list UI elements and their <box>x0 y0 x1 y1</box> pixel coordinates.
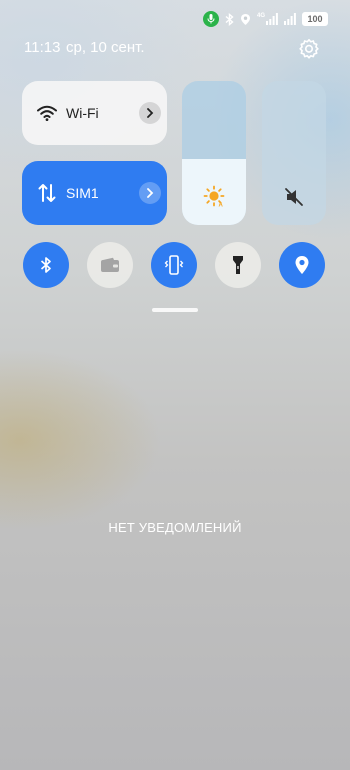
flashlight-icon <box>233 256 243 274</box>
volume-slider[interactable] <box>262 81 326 225</box>
wallet-icon <box>101 257 119 272</box>
network-type-label: 4G <box>256 13 265 19</box>
signal-sim2-icon <box>284 13 296 25</box>
flashlight-toggle[interactable] <box>215 242 261 288</box>
bluetooth-status-icon <box>225 12 234 26</box>
wifi-label: Wi-Fi <box>66 105 99 121</box>
vibrate-toggle[interactable] <box>151 242 197 288</box>
wifi-icon <box>37 105 57 121</box>
bluetooth-icon <box>40 257 51 273</box>
location-toggle[interactable] <box>279 242 325 288</box>
no-notifications-text: НЕТ УВЕДОМЛЕНИЙ <box>108 520 242 535</box>
vibrate-icon <box>164 255 184 275</box>
signal-bars-icon <box>266 13 278 25</box>
sim-expand-chevron-icon[interactable] <box>139 182 161 204</box>
settings-gear-icon[interactable] <box>296 36 322 62</box>
location-status-icon <box>240 13 250 25</box>
wifi-tile[interactable]: Wi-Fi <box>22 81 167 145</box>
svg-text:A: A <box>219 203 224 208</box>
mute-icon <box>285 188 303 206</box>
date: ср, 10 сент. <box>66 39 145 56</box>
wifi-expand-chevron-icon[interactable] <box>139 102 161 124</box>
sim-label: SIM1 <box>66 185 99 201</box>
location-icon <box>295 256 309 274</box>
mobile-data-tile[interactable]: SIM1 <box>22 161 167 225</box>
sun-icon: A <box>203 185 225 207</box>
signal-sim1: 4G <box>257 13 278 25</box>
data-arrows-icon <box>38 184 56 202</box>
wallet-toggle[interactable] <box>87 242 133 288</box>
bluetooth-toggle[interactable] <box>23 242 69 288</box>
clock: 11:13 <box>24 39 61 56</box>
battery-indicator: 100 <box>302 12 328 26</box>
brightness-slider[interactable]: A <box>182 81 246 225</box>
status-bar: 4G 100 <box>202 11 328 27</box>
panel-drag-handle[interactable] <box>152 308 198 312</box>
microphone-indicator-icon <box>202 11 219 27</box>
